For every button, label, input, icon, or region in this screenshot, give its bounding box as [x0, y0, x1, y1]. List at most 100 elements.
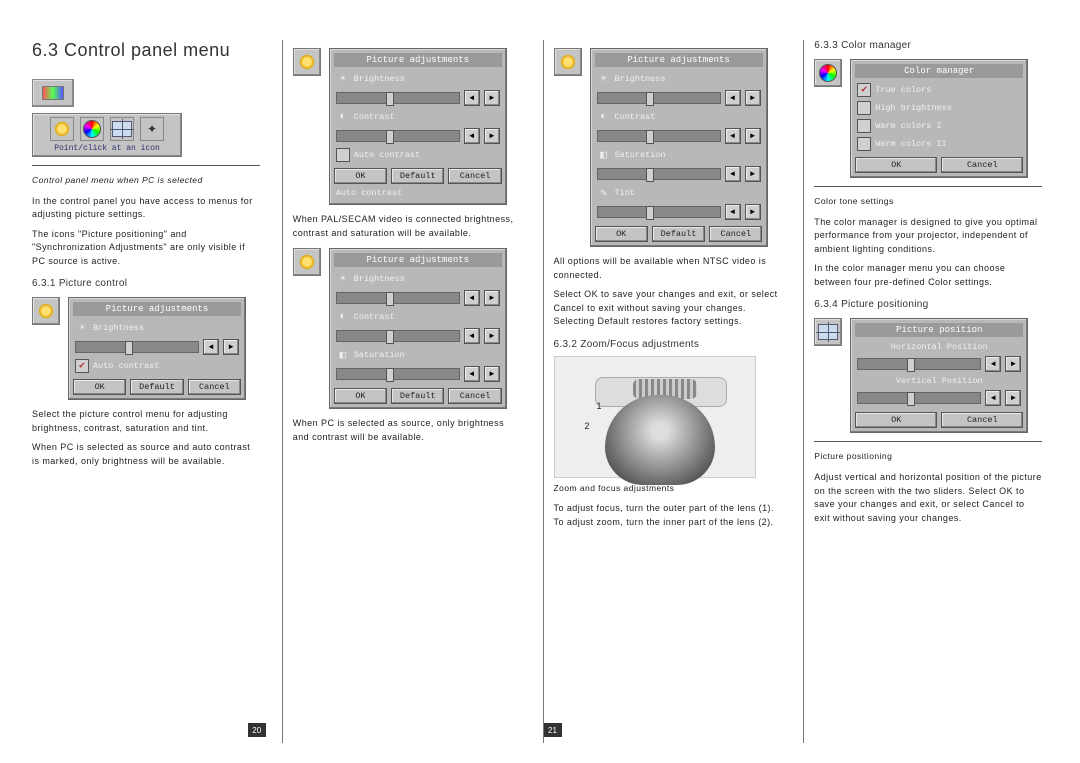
default-button[interactable]: Default [130, 379, 183, 395]
cancel-button[interactable]: Cancel [709, 226, 762, 242]
contrast-slider[interactable] [336, 330, 460, 342]
saturation-icon: ◧ [336, 348, 350, 362]
true-colors-checkbox[interactable]: ✔ [857, 83, 871, 97]
column-2: Picture adjustments ☀Brightness ◄► ◐Cont… [282, 40, 527, 743]
tint-slider[interactable] [597, 206, 721, 218]
cancel-button[interactable]: Cancel [448, 388, 501, 404]
sun-icon [561, 55, 575, 69]
left-arrow-button[interactable]: ◄ [464, 90, 480, 106]
heading-6-3: 6.3 Control panel menu [32, 40, 260, 61]
ok-button[interactable]: OK [73, 379, 126, 395]
default-button[interactable]: Default [391, 388, 444, 404]
para-pc1: Select the picture control menu for adju… [32, 408, 260, 435]
saturation-slider[interactable] [597, 168, 721, 180]
opt-high-brightness: High brightness [875, 103, 952, 113]
left-arrow-button[interactable]: ◄ [985, 356, 1001, 372]
picture-control-iconblock [554, 48, 582, 76]
dialog-picture-adjustments-short: Picture adjustments ☀Brightness ◄► ✔Auto… [68, 297, 246, 400]
toolbar-label: Point/click at an icon [54, 144, 160, 153]
vertical-slider[interactable] [857, 392, 981, 404]
brightness-slider[interactable] [336, 292, 460, 304]
picture-control-iconblock [32, 297, 60, 325]
caption-control-panel: Control panel menu when PC is selected [32, 174, 260, 187]
dialog-picture-adjustments-medium: Picture adjustments ☀Brightness ◄► ◐Cont… [329, 48, 507, 205]
ok-button[interactable]: OK [334, 168, 387, 184]
right-arrow-button[interactable]: ► [745, 128, 761, 144]
left-arrow-button[interactable]: ◄ [725, 128, 741, 144]
contrast-slider[interactable] [597, 130, 721, 142]
dialog-picture-position: Picture position Horizontal Position ◄► … [850, 318, 1028, 433]
default-button[interactable]: Default [391, 168, 444, 184]
default-button[interactable]: Default [652, 226, 705, 242]
row-brightness: Brightness [354, 74, 405, 84]
right-arrow-button[interactable]: ► [484, 290, 500, 306]
lens-label-1: 1 [597, 401, 602, 411]
horizontal-slider[interactable] [857, 358, 981, 370]
row-horizontal-position: Horizontal Position [891, 342, 988, 352]
right-arrow-button[interactable]: ► [484, 328, 500, 344]
right-arrow-button[interactable]: ► [223, 339, 239, 355]
left-arrow-button[interactable]: ◄ [203, 339, 219, 355]
contrast-slider[interactable] [336, 130, 460, 142]
picture-control-iconblock [293, 248, 321, 276]
caption-color: Color tone settings [814, 195, 1042, 208]
toolbar-panel: ✦ Point/click at an icon [32, 113, 182, 157]
color-icon[interactable] [80, 117, 104, 141]
right-arrow-button[interactable]: ► [1005, 356, 1021, 372]
saturation-icon: ◧ [597, 148, 611, 162]
left-arrow-button[interactable]: ◄ [985, 390, 1001, 406]
ok-button[interactable]: OK [595, 226, 648, 242]
dialog-title: Picture position [855, 323, 1023, 337]
para-cp1: In the control panel you have access to … [32, 195, 260, 222]
ok-button[interactable]: OK [855, 412, 937, 428]
auto-contrast-checkbox[interactable] [336, 148, 350, 162]
sun-icon: ☀ [336, 72, 350, 86]
right-arrow-button[interactable]: ► [745, 166, 761, 182]
right-arrow-button[interactable]: ► [745, 204, 761, 220]
sun-icon: ☀ [336, 272, 350, 286]
ok-button[interactable]: OK [334, 388, 387, 404]
contrast-icon: ◐ [597, 110, 611, 124]
brightness-slider[interactable] [336, 92, 460, 104]
cancel-button[interactable]: Cancel [941, 412, 1023, 428]
heading-6-3-2: 6.3.2 Zoom/Focus adjustments [554, 339, 782, 350]
para-pc2: When PC is selected as source and auto c… [32, 441, 260, 468]
sync-icon[interactable]: ✦ [140, 117, 164, 141]
high-brightness-checkbox[interactable] [857, 101, 871, 115]
auto-contrast-checkbox[interactable]: ✔ [75, 359, 89, 373]
left-arrow-button[interactable]: ◄ [725, 166, 741, 182]
row-brightness: Brightness [615, 74, 666, 84]
dialog-color-manager: Color manager ✔True colors High brightne… [850, 59, 1028, 178]
para-col2b: When PC is selected as source, only brig… [293, 417, 521, 444]
right-arrow-button[interactable]: ► [484, 90, 500, 106]
brightness-slider[interactable] [597, 92, 721, 104]
opt-warm-1: Warm colors I [875, 121, 941, 131]
saturation-slider[interactable] [336, 368, 460, 380]
left-arrow-button[interactable]: ◄ [725, 90, 741, 106]
left-arrow-button[interactable]: ◄ [464, 328, 480, 344]
right-arrow-button[interactable]: ► [745, 90, 761, 106]
position-icon[interactable] [110, 117, 134, 141]
ok-button[interactable]: OK [855, 157, 937, 173]
left-arrow-button[interactable]: ◄ [464, 290, 480, 306]
left-arrow-button[interactable]: ◄ [725, 204, 741, 220]
left-arrow-button[interactable]: ◄ [464, 128, 480, 144]
row-auto-contrast: Auto contrast [354, 150, 420, 160]
row-brightness: Brightness [354, 274, 405, 284]
sun-icon[interactable] [50, 117, 74, 141]
color-manager-iconblock [814, 59, 842, 87]
sun-icon [39, 304, 53, 318]
warm-colors-2-checkbox[interactable] [857, 137, 871, 151]
para-cp2: The icons "Picture positioning" and "Syn… [32, 228, 260, 269]
cancel-button[interactable]: Cancel [188, 379, 241, 395]
left-arrow-button[interactable]: ◄ [464, 366, 480, 382]
dialog-picture-adjustments-full: Picture adjustments ☀Brightness ◄► ◐Cont… [590, 48, 768, 247]
cancel-button[interactable]: Cancel [448, 168, 501, 184]
warm-colors-1-checkbox[interactable] [857, 119, 871, 133]
right-arrow-button[interactable]: ► [484, 366, 500, 382]
brightness-slider[interactable] [75, 341, 199, 353]
cancel-button[interactable]: Cancel [941, 157, 1023, 173]
row-contrast: Contrast [354, 112, 395, 122]
right-arrow-button[interactable]: ► [484, 128, 500, 144]
right-arrow-button[interactable]: ► [1005, 390, 1021, 406]
